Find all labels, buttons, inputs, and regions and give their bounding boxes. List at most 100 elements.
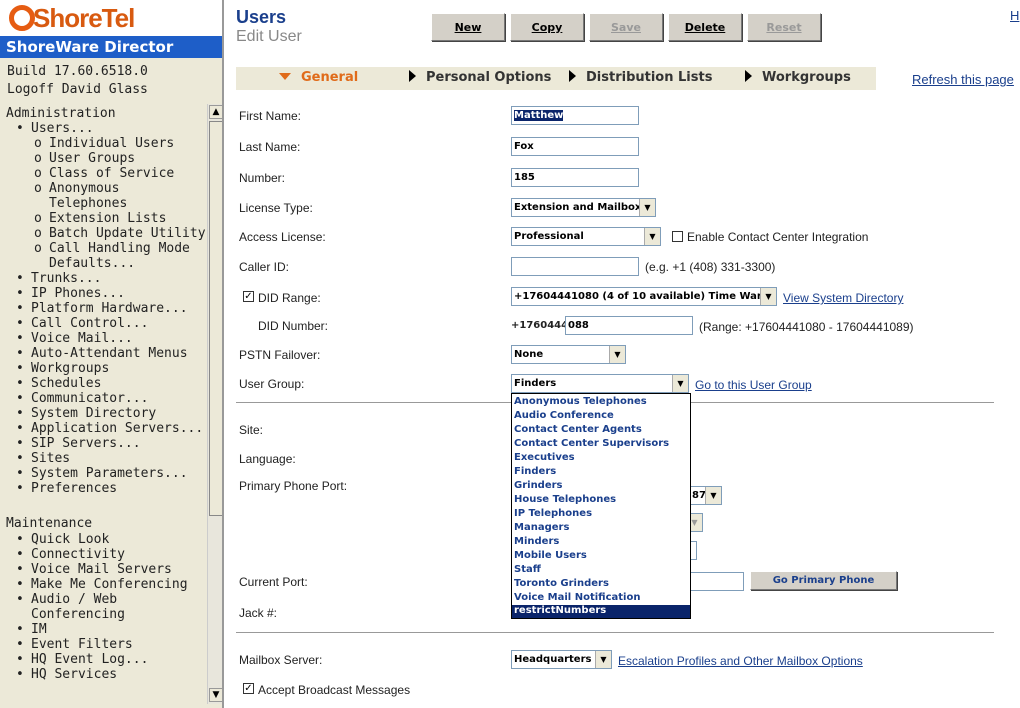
save-button[interactable]: Save [589,13,663,41]
caller-id-input[interactable] [511,257,639,276]
did-range-label: DID Range: [258,291,321,305]
did-range-select[interactable]: +17604441080 (4 of 10 available) Time Wa… [511,287,777,306]
first-name-input[interactable]: Matthew [511,106,639,125]
nav-hq-event-log[interactable]: • HQ Event Log... [16,652,148,667]
dropdown-option[interactable]: Staff [514,564,541,575]
dropdown-option[interactable]: House Telephones [514,494,616,505]
dropdown-option[interactable]: IP Telephones [514,508,592,519]
nav-call-control[interactable]: • Call Control... [16,316,148,331]
nav-hq-services[interactable]: • HQ Services [16,667,117,682]
scroll-thumb[interactable] [209,121,222,516]
nav-preferences[interactable]: • Preferences [16,481,117,496]
dropdown-option[interactable]: Mobile Users [514,550,587,561]
nav-system-parameters[interactable]: • System Parameters... [16,466,188,481]
dropdown-arrow-icon[interactable]: ▼ [595,651,611,668]
scroll-down-icon[interactable]: ▼ [209,688,222,702]
delete-button[interactable]: Delete [668,13,742,41]
go-primary-phone-button[interactable]: Go Primary Phone [750,571,897,590]
dropdown-option[interactable]: Audio Conference [514,410,614,421]
nav-user-groups[interactable]: o User Groups [34,151,135,166]
dropdown-arrow-icon[interactable]: ▼ [672,375,688,392]
nav-sites[interactable]: • Sites [16,451,70,466]
mailbox-server-select[interactable]: Headquarters ▼ [511,650,612,669]
help-link[interactable]: H [1010,8,1019,23]
tab-personal-options[interactable]: Personal Options [409,70,551,85]
nav-audio-web-cont[interactable]: Conferencing [16,607,125,622]
last-name-input[interactable]: Fox [511,137,639,156]
number-input[interactable]: 185 [511,168,639,187]
dropdown-arrow-icon[interactable]: ▼ [639,199,655,216]
tab-workgroups[interactable]: Workgroups [745,70,851,85]
dropdown-option-highlighted[interactable]: restrictNumbers [512,605,690,618]
nav-class-of-service[interactable]: o Class of Service [34,166,174,181]
dropdown-option[interactable]: Anonymous Telephones [514,396,647,407]
dropdown-option[interactable]: Finders [514,466,556,477]
access-license-select[interactable]: Professional ▼ [511,227,661,246]
scroll-up-icon[interactable]: ▲ [209,105,222,119]
user-group-select[interactable]: Finders ▼ [511,374,689,393]
nav-make-me-conferencing[interactable]: • Make Me Conferencing [16,577,188,592]
nav-system-directory[interactable]: • System Directory [16,406,156,421]
number-label: Number: [239,171,286,185]
did-number-input[interactable]: 088 [565,316,693,335]
escalation-profiles-link[interactable]: Escalation Profiles and Other Mailbox Op… [618,654,863,668]
nav-trunks[interactable]: • Trunks... [16,271,101,286]
nav-call-handling[interactable]: o Call Handling Mode [34,241,190,256]
nav-platform-hardware[interactable]: • Platform Hardware... [16,301,188,316]
dropdown-option[interactable]: Voice Mail Notification [514,592,640,603]
dropdown-option[interactable]: Contact Center Supervisors [514,438,669,449]
dropdown-option[interactable]: Grinders [514,480,563,491]
nav-auto-attendant[interactable]: • Auto-Attendant Menus [16,346,188,361]
nav-anonymous-telephones-cont[interactable]: Telephones [34,196,127,211]
dropdown-arrow-icon[interactable]: ▼ [644,228,660,245]
dropdown-option[interactable]: Executives [514,452,575,463]
chevron-down-icon [279,73,291,80]
logoff-link[interactable]: Logoff David Glass [7,82,148,97]
user-group-dropdown-list[interactable]: Anonymous Telephones Audio Conference Co… [511,393,691,619]
nav-event-filters[interactable]: • Event Filters [16,637,133,652]
pstn-failover-select[interactable]: None ▼ [511,345,626,364]
nav-extension-lists[interactable]: o Extension Lists [34,211,166,226]
nav-administration: Administration [6,106,116,121]
view-system-directory-link[interactable]: View System Directory [783,291,903,305]
contact-center-checkbox[interactable] [672,231,683,242]
nav-ip-phones[interactable]: • IP Phones... [16,286,125,301]
sidebar-scrollbar[interactable]: ▲ ▼ [207,104,222,704]
dropdown-option[interactable]: Minders [514,536,559,547]
user-group-label: User Group: [239,377,305,391]
nav-application-servers[interactable]: • Application Servers... [16,421,203,436]
nav-audio-web[interactable]: • Audio / Web [16,592,117,607]
dropdown-option[interactable]: Contact Center Agents [514,424,642,435]
go-to-user-group-link[interactable]: Go to this User Group [695,378,812,392]
refresh-link[interactable]: Refresh this page [912,72,1014,87]
new-button[interactable]: New [431,13,505,41]
nav-voice-mail[interactable]: • Voice Mail... [16,331,133,346]
nav-anonymous-telephones[interactable]: o Anonymous [34,181,119,196]
copy-button[interactable]: Copy [510,13,584,41]
dropdown-arrow-icon[interactable]: ▼ [760,288,776,305]
nav-connectivity[interactable]: • Connectivity [16,547,125,562]
tab-general[interactable]: General [279,70,358,85]
shoretel-logo: ShoreTel [0,0,222,36]
nav-workgroups[interactable]: • Workgroups [16,361,109,376]
shoretel-logo-icon [9,5,35,31]
nav-voice-mail-servers[interactable]: • Voice Mail Servers [16,562,172,577]
did-range-checkbox[interactable]: ✓ [243,291,254,302]
dropdown-option[interactable]: Managers [514,522,569,533]
nav-users[interactable]: • Users... [16,121,94,136]
nav-call-handling-cont[interactable]: Defaults... [34,256,135,271]
dropdown-arrow-icon[interactable]: ▼ [705,487,721,504]
tab-distribution-lists[interactable]: Distribution Lists [569,70,712,85]
nav-im[interactable]: • IM [16,622,47,637]
license-type-select[interactable]: Extension and Mailbox ▼ [511,198,656,217]
nav-schedules[interactable]: • Schedules [16,376,101,391]
broadcast-checkbox[interactable]: ✓ [243,683,254,694]
nav-batch-update[interactable]: o Batch Update Utility [34,226,206,241]
reset-button[interactable]: Reset [747,13,821,41]
dropdown-option[interactable]: Toronto Grinders [514,578,609,589]
nav-individual-users[interactable]: o Individual Users [34,136,174,151]
nav-quick-look[interactable]: • Quick Look [16,532,109,547]
nav-sip-servers[interactable]: • SIP Servers... [16,436,141,451]
dropdown-arrow-icon[interactable]: ▼ [609,346,625,363]
nav-communicator[interactable]: • Communicator... [16,391,148,406]
